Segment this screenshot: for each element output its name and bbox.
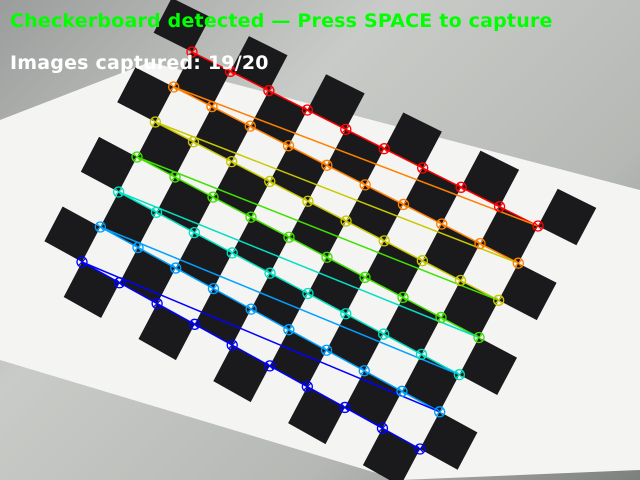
images-captured-counter: Images captured: 19/20 <box>10 52 269 74</box>
camera-frame: Checkerboard detected — Press SPACE to c… <box>0 0 640 480</box>
detection-status-text: Checkerboard detected — Press SPACE to c… <box>10 10 553 32</box>
